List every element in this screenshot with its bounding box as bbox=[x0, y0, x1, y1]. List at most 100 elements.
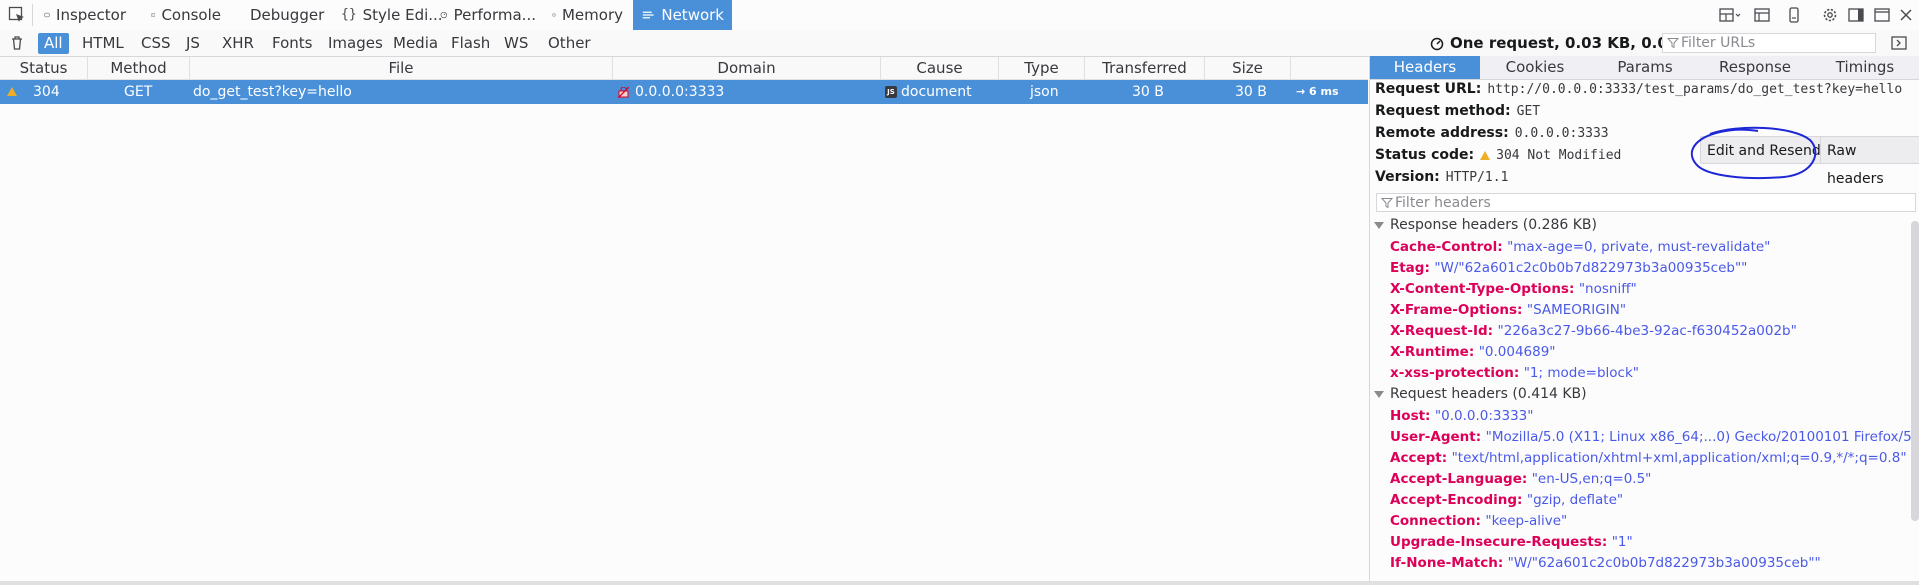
tab-label: Debugger bbox=[250, 6, 325, 24]
header-name: X-Runtime: bbox=[1390, 344, 1475, 360]
console-icon bbox=[151, 13, 156, 17]
filter-images-button[interactable]: Images bbox=[322, 33, 389, 54]
tab-timings[interactable]: Timings bbox=[1810, 56, 1919, 79]
toggle-details-panel-icon[interactable] bbox=[1890, 34, 1908, 52]
tab-headers[interactable]: Headers bbox=[1370, 56, 1480, 79]
header-name: Connection: bbox=[1390, 513, 1481, 529]
version-value: HTTP/1.1 bbox=[1445, 169, 1509, 185]
request-header-row: Accept: "text/html,application/xhtml+xml… bbox=[1390, 450, 1907, 466]
headers-scrollbar[interactable] bbox=[1911, 221, 1919, 521]
request-headers-section[interactable]: Request headers (0.414 KB) bbox=[1374, 386, 1587, 402]
tab-params[interactable]: Params bbox=[1590, 56, 1700, 79]
filter-xhr-button[interactable]: XHR bbox=[216, 33, 260, 54]
trash-icon[interactable] bbox=[8, 34, 26, 52]
column-header-waterfall[interactable] bbox=[1291, 57, 1368, 79]
version-label: Version: bbox=[1375, 169, 1440, 185]
column-header-method[interactable]: Method bbox=[88, 57, 190, 79]
tab-network[interactable]: Network bbox=[633, 0, 732, 30]
close-icon[interactable] bbox=[1897, 6, 1915, 24]
filter-ws-button[interactable]: WS bbox=[498, 33, 534, 54]
response-header-row: Etag: "W/"62a601c2c0b0b7d822973b3a00935c… bbox=[1390, 260, 1747, 276]
response-header-row: X-Runtime: "0.004689" bbox=[1390, 344, 1556, 360]
scratchpad-icon[interactable] bbox=[1753, 6, 1771, 24]
column-header-domain[interactable]: Domain bbox=[613, 57, 881, 79]
insecure-lock-icon bbox=[618, 87, 629, 98]
response-header-row: X-Request-Id: "226a3c27-9b66-4be3-92ac-f… bbox=[1390, 323, 1797, 339]
twisty-down-icon bbox=[1374, 390, 1384, 398]
request-header-row: Upgrade-Insecure-Requests: "1" bbox=[1390, 534, 1633, 550]
request-timing: → 6 ms bbox=[1296, 85, 1339, 98]
request-status: 304 bbox=[33, 84, 60, 100]
request-method-value: GET bbox=[1516, 103, 1541, 119]
request-header-row: User-Agent: "Mozilla/5.0 (X11; Linux x86… bbox=[1390, 429, 1919, 445]
filter-media-button[interactable]: Media bbox=[387, 33, 444, 54]
filter-html-button[interactable]: HTML bbox=[76, 33, 130, 54]
filter-urls-input[interactable] bbox=[1679, 35, 1871, 51]
remote-address-row: Remote address: 0.0.0.0:3333 bbox=[1375, 125, 1609, 141]
filter-all-button[interactable]: All bbox=[38, 33, 69, 54]
filter-js-button[interactable]: JS bbox=[180, 33, 206, 54]
request-details-panel: Headers Cookies Params Response Timings … bbox=[1369, 56, 1919, 585]
request-type: json bbox=[1030, 84, 1059, 100]
tab-performance[interactable]: Performa... bbox=[432, 0, 544, 30]
dock-side-icon[interactable] bbox=[1847, 6, 1865, 24]
column-header-type[interactable]: Type bbox=[999, 57, 1085, 79]
header-name: Accept: bbox=[1390, 450, 1448, 466]
filter-other-button[interactable]: Other bbox=[542, 33, 597, 54]
header-value: "nosniff" bbox=[1578, 281, 1637, 297]
request-headers-title: Request headers (0.414 KB) bbox=[1390, 386, 1587, 402]
filter-headers-input[interactable] bbox=[1393, 194, 1895, 211]
request-url-label: Request URL: bbox=[1375, 81, 1482, 97]
header-name: x-xss-protection: bbox=[1390, 365, 1520, 381]
response-headers-section[interactable]: Response headers (0.286 KB) bbox=[1374, 217, 1597, 233]
column-header-size[interactable]: Size bbox=[1205, 57, 1291, 79]
memory-icon bbox=[552, 13, 556, 17]
responsive-design-icon[interactable] bbox=[1718, 6, 1742, 24]
tab-memory[interactable]: Memory bbox=[544, 0, 631, 30]
request-method-label: Request method: bbox=[1375, 103, 1511, 119]
filter-css-button[interactable]: CSS bbox=[135, 33, 177, 54]
column-header-cause[interactable]: Cause bbox=[881, 57, 999, 79]
column-header-file[interactable]: File bbox=[190, 57, 613, 79]
header-name: Cache-Control: bbox=[1390, 239, 1503, 255]
column-header-transferred[interactable]: Transferred bbox=[1085, 57, 1205, 79]
remote-address-value: 0.0.0.0:3333 bbox=[1514, 125, 1609, 141]
tab-label: Memory bbox=[561, 6, 623, 24]
header-value: "SAMEORIGIN" bbox=[1526, 302, 1627, 318]
tab-inspector[interactable]: Inspector bbox=[36, 0, 134, 30]
header-name: Accept-Language: bbox=[1390, 471, 1528, 487]
filter-flash-button[interactable]: Flash bbox=[445, 33, 496, 54]
raw-headers-button[interactable]: Raw headers bbox=[1820, 136, 1919, 187]
phone-icon[interactable] bbox=[1785, 6, 1803, 24]
tab-console[interactable]: Console bbox=[143, 0, 229, 30]
header-value: "keep-alive" bbox=[1485, 513, 1568, 529]
tab-debugger[interactable]: Debugger bbox=[236, 0, 332, 30]
toolbox-divider bbox=[32, 4, 33, 26]
column-header-status[interactable]: Status bbox=[0, 57, 88, 79]
gear-icon[interactable] bbox=[1821, 6, 1839, 24]
tab-label: Performa... bbox=[453, 6, 536, 24]
filter-headers-field[interactable] bbox=[1376, 193, 1916, 212]
header-value: "0.004689" bbox=[1478, 344, 1556, 360]
js-icon: JS bbox=[885, 86, 897, 98]
request-row[interactable]: 304 GET do_get_test?key=hello 0.0.0.0:33… bbox=[0, 80, 1368, 104]
network-icon bbox=[642, 11, 654, 19]
tab-style-editor[interactable]: {} Style Edi... bbox=[333, 0, 443, 30]
tab-response[interactable]: Response bbox=[1700, 56, 1810, 79]
request-header-row: Host: "0.0.0.0:3333" bbox=[1390, 408, 1533, 424]
header-name: If-None-Match: bbox=[1390, 555, 1504, 571]
tab-cookies[interactable]: Cookies bbox=[1480, 56, 1590, 79]
request-header-row: Connection: "keep-alive" bbox=[1390, 513, 1567, 529]
filter-fonts-button[interactable]: Fonts bbox=[266, 33, 318, 54]
response-header-row: Cache-Control: "max-age=0, private, must… bbox=[1390, 239, 1770, 255]
request-url-value: http://0.0.0.0:3333/test_params/do_get_t… bbox=[1487, 81, 1903, 97]
element-picker-icon[interactable] bbox=[8, 6, 26, 24]
request-summary[interactable]: One request, 0.03 KB, 0.01 s bbox=[1430, 33, 1692, 54]
filter-urls-field[interactable] bbox=[1662, 33, 1876, 53]
header-name: X-Frame-Options: bbox=[1390, 302, 1523, 318]
tab-label: Network bbox=[661, 6, 724, 24]
performance-summary-icon bbox=[1430, 37, 1444, 50]
edit-and-resend-button[interactable]: Edit and Resend bbox=[1700, 136, 1828, 164]
tab-label: Inspector bbox=[56, 6, 126, 24]
undock-icon[interactable] bbox=[1873, 6, 1891, 24]
